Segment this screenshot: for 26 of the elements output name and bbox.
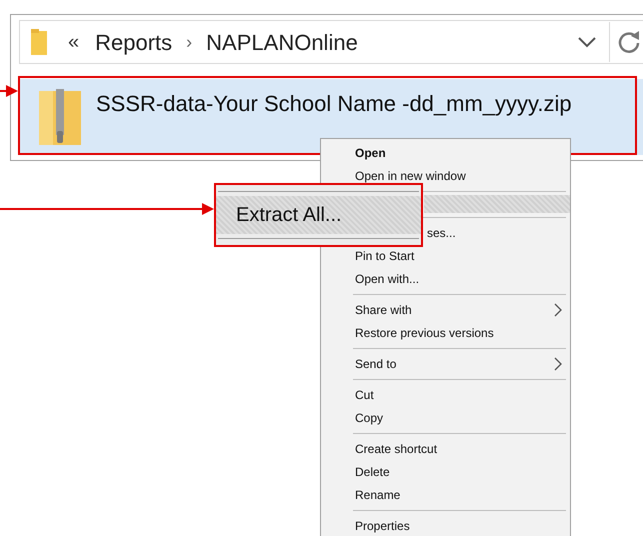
menu-item[interactable]: Copy	[323, 406, 568, 429]
menu-item[interactable]: Open in new window	[323, 164, 568, 187]
chevron-right-icon	[554, 356, 562, 370]
breadcrumb[interactable]: Reports	[95, 26, 172, 58]
menu-item[interactable]: Properties	[323, 514, 568, 536]
menu-item[interactable]: Pin to Start	[323, 244, 568, 267]
address-bar[interactable]: « Reports › NAPLANOnline	[19, 20, 643, 64]
menu-item[interactable]: Share with	[323, 298, 568, 321]
chevron-down-icon[interactable]	[577, 35, 597, 49]
menu-item[interactable]: Restore previous versions	[323, 321, 568, 344]
menu-item[interactable]: Send to	[323, 352, 568, 375]
refresh-icon[interactable]	[616, 29, 642, 55]
breadcrumb[interactable]: NAPLANOnline	[206, 26, 358, 58]
menu-item[interactable]: Cut	[323, 383, 568, 406]
callout-label: Extract All...	[236, 203, 342, 228]
menu-item[interactable]: Rename	[323, 483, 568, 506]
menu-item[interactable]: Open with...	[323, 267, 568, 290]
zip-folder-icon	[39, 89, 81, 145]
menu-item[interactable]: Delete	[323, 460, 568, 483]
breadcrumb-separator: ›	[186, 30, 192, 54]
file-name: SSSR-data-Your School Name -dd_mm_yyyy.zip	[96, 90, 572, 118]
overflow-chevron[interactable]: «	[68, 27, 80, 57]
menu-item[interactable]: ses...	[427, 221, 568, 244]
chevron-right-icon	[554, 302, 562, 316]
folder-icon	[30, 28, 48, 56]
menu-item[interactable]: Create shortcut	[323, 437, 568, 460]
